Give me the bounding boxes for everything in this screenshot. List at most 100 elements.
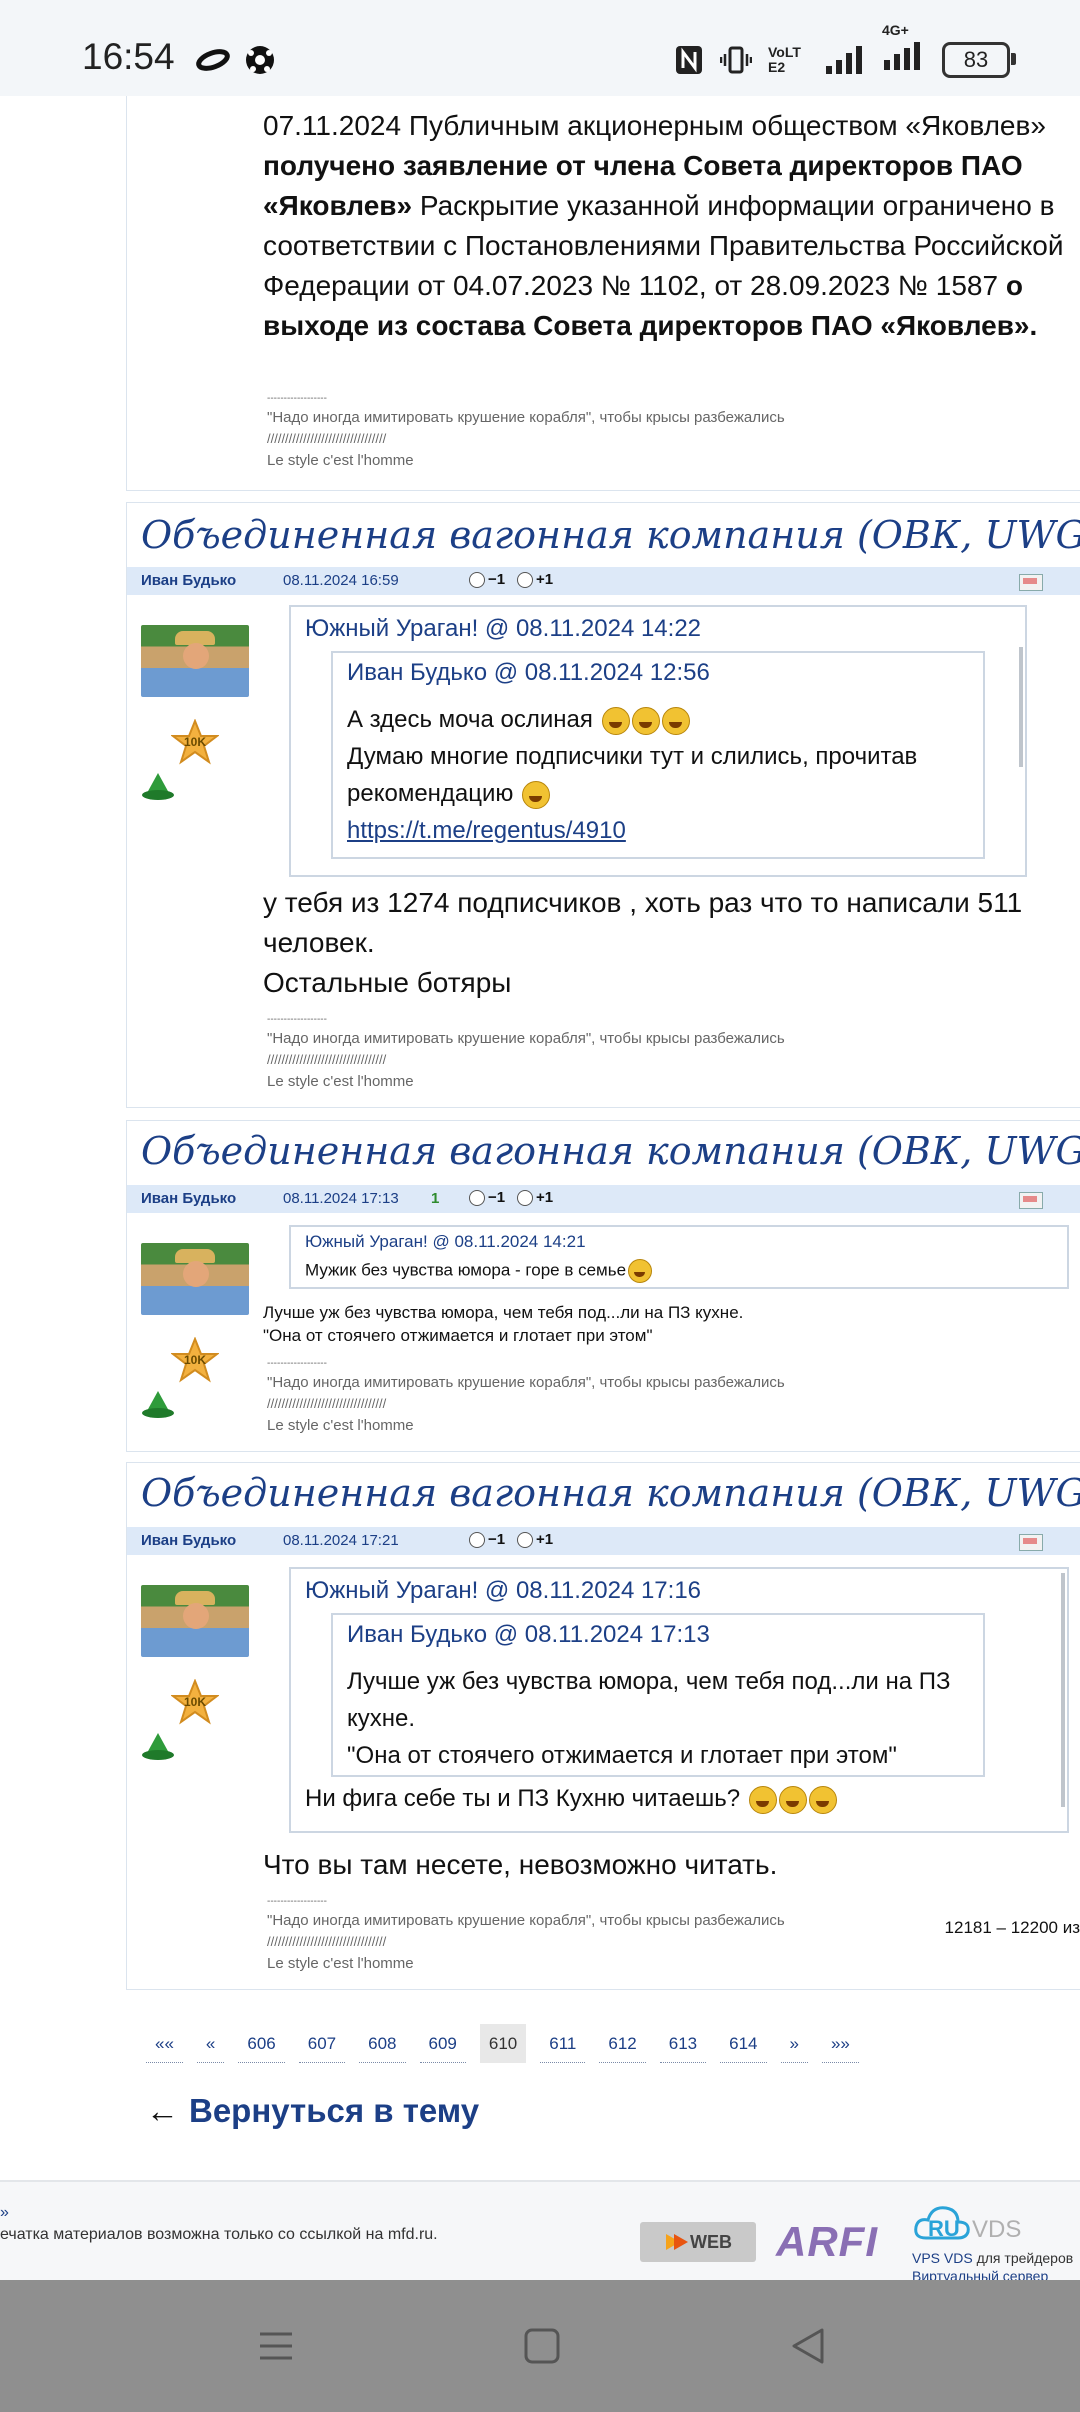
post-body: 07.11.2024 Публичным акционерным обществ…	[263, 106, 1077, 346]
star-badge-icon: 10K	[171, 1337, 219, 1383]
navigation-bar	[0, 2280, 1080, 2412]
arfi-logo[interactable]: ARFI	[776, 2218, 878, 2266]
post-previous: 07.11.2024 Публичным акционерным обществ…	[126, 96, 1080, 491]
nfc-icon	[676, 45, 702, 74]
nested-quote-box: Иван Будько @ 08.11.2024 17:13 Лучше уж …	[331, 1613, 985, 1777]
page-link-607[interactable]: 607	[298, 2024, 346, 2063]
web-logo[interactable]: WEB	[640, 2222, 756, 2262]
message-icon[interactable]	[1019, 1192, 1043, 1209]
page-last[interactable]: »»	[821, 2024, 859, 2063]
signature: ------------------ "Надо иногда имитиров…	[267, 1896, 785, 1972]
pagination: «« « 606 607 608 609 610 611 612 613 614»»»	[146, 2024, 873, 2063]
post-date[interactable]: 08.11.2024 17:13	[283, 1190, 399, 1207]
avatar[interactable]	[141, 625, 249, 697]
vote-plus[interactable]: +1	[517, 571, 553, 588]
laughing-emoji-icon	[601, 706, 630, 735]
nested-quote-text: А здесь моча ослиная Думаю многие подпис…	[347, 706, 918, 844]
radio-plus[interactable]	[517, 571, 533, 588]
page-link-614[interactable]: 614	[720, 2024, 767, 2063]
clock: 16:54	[82, 36, 175, 77]
grinning-emoji-icon	[628, 1259, 653, 1283]
menu-icon[interactable]	[256, 2326, 296, 2366]
page-link-606[interactable]: 606	[238, 2024, 285, 2063]
quote-scrollbar[interactable]	[1061, 1573, 1065, 1807]
green-hat-icon	[142, 773, 174, 800]
post-rating: 1	[431, 1190, 440, 1207]
avatar[interactable]	[141, 1585, 249, 1657]
web-logo-icon	[666, 2234, 688, 2250]
signature: ------------------ "Надо иногда имитиров…	[267, 1358, 785, 1434]
page-link-609[interactable]: 609	[419, 2024, 466, 2063]
back-to-topic-link[interactable]: ← Вернуться в тему	[146, 2092, 479, 2130]
post: Объединенная вагонная компания (ОВК, UWG…	[126, 1462, 1080, 1990]
laughing-emoji-icon	[748, 1785, 777, 1814]
vote-minus[interactable]: −1	[469, 1531, 505, 1548]
ruvds-tagline: VPS VDS для трейдеров	[912, 2250, 1074, 2266]
signature: ------------------ "Надо иногда имитиров…	[267, 1014, 785, 1090]
radio-minus[interactable]	[469, 1531, 485, 1548]
nested-quote-header: Иван Будько @ 08.11.2024 12:56	[347, 659, 710, 686]
laughing-emoji-icon	[778, 1785, 807, 1814]
post: Объединенная вагонная компания (ОВК, UWG…	[126, 502, 1080, 1108]
back-arrow-icon: ←	[146, 2092, 179, 2129]
telegram-link[interactable]: https://t.me/regentus/4910	[347, 817, 626, 844]
footer-link[interactable]: »	[0, 2204, 9, 2222]
post-body: Что вы там несете, невозможно читать.	[263, 1849, 778, 1880]
home-icon[interactable]	[522, 2326, 562, 2366]
footer: » ечатка материалов возможна только со с…	[0, 2180, 1080, 2282]
page-first[interactable]: ««	[146, 2024, 183, 2063]
post-meta-bar: Иван Будько 08.11.2024 17:21 −1 +1	[127, 1527, 1080, 1555]
nested-quote-text: Лучше уж без чувства юмора, чем тебя под…	[347, 1668, 951, 1769]
post-date[interactable]: 08.11.2024 16:59	[283, 572, 399, 589]
page-link-613[interactable]: 613	[659, 2024, 707, 2063]
avatar[interactable]	[141, 1243, 249, 1315]
green-hat-icon	[142, 1733, 174, 1760]
vote-minus[interactable]: −1	[469, 1189, 505, 1206]
message-icon[interactable]	[1019, 574, 1043, 591]
author-link[interactable]: Иван Будько	[141, 572, 236, 589]
ruvds-logo[interactable]: RU VDS VPS VDS для трейдеров Виртуальный…	[912, 2202, 1080, 2280]
radio-minus[interactable]	[469, 571, 485, 588]
vote-minus[interactable]: −1	[469, 571, 505, 588]
post-meta-bar: Иван Будько 08.11.2024 16:59 −1 +1	[127, 567, 1080, 595]
vote-plus[interactable]: +1	[517, 1531, 553, 1548]
signal-icon-2	[884, 42, 920, 70]
post-title[interactable]: Объединенная вагонная компания (ОВК, UWG…	[141, 1471, 1080, 1515]
star-badge-icon: 10K	[171, 1679, 219, 1725]
radio-plus[interactable]	[517, 1531, 533, 1548]
infinity-icon	[196, 49, 230, 71]
radio-minus[interactable]	[469, 1189, 485, 1206]
page-link-610[interactable]: 610	[479, 2024, 527, 2063]
page-next[interactable]: »	[780, 2024, 808, 2063]
post-date[interactable]: 08.11.2024 17:21	[283, 1532, 399, 1549]
system-icons: VoLTE2 4G+ 83	[674, 22, 1016, 79]
network-type: 4G+	[882, 22, 926, 79]
nested-quote-box: Иван Будько @ 08.11.2024 12:56 А здесь м…	[331, 651, 985, 859]
author-link[interactable]: Иван Будько	[141, 1532, 236, 1549]
ruvds-tagline-2[interactable]: Виртуальный сервер	[912, 2268, 1048, 2280]
post-title[interactable]: Объединенная вагонная компания (ОВК, UWG…	[141, 1129, 1080, 1173]
back-icon[interactable]	[788, 2326, 828, 2366]
volte-label: VoLTE2	[768, 43, 801, 75]
page-link-612[interactable]: 612	[599, 2024, 646, 2063]
laughing-emoji-icon	[631, 706, 660, 735]
author-link[interactable]: Иван Будько	[141, 1190, 236, 1207]
signal-icon	[826, 45, 862, 74]
notification-icons	[196, 44, 276, 76]
quote-header: Южный Ураган! @ 08.11.2024 14:22	[305, 615, 702, 642]
page-link-608[interactable]: 608	[359, 2024, 406, 2063]
message-icon[interactable]	[1019, 1534, 1043, 1551]
quote-text: Ни фига себе ты и ПЗ Кухню читаешь?	[305, 1785, 837, 1814]
radio-plus[interactable]	[517, 1189, 533, 1206]
soccer-ball-icon	[246, 46, 274, 74]
quote-scrollbar[interactable]	[1019, 647, 1023, 767]
vote-plus[interactable]: +1	[517, 1189, 553, 1206]
quote-box: Южный Ураган! @ 08.11.2024 14:22 Иван Бу…	[289, 605, 1027, 877]
vibrate-icon	[720, 46, 752, 73]
post-title[interactable]: Объединенная вагонная компания (ОВК, UWG…	[141, 513, 1080, 557]
stopwatch-emoji-icon	[522, 780, 551, 809]
post-body: Лучше уж без чувства юмора, чем тебя под…	[263, 1303, 744, 1345]
status-bar: 16:54 VoLTE2 4G+ 83	[0, 0, 1080, 96]
page-link-611[interactable]: 611	[540, 2024, 586, 2063]
page-prev[interactable]: «	[196, 2024, 225, 2063]
